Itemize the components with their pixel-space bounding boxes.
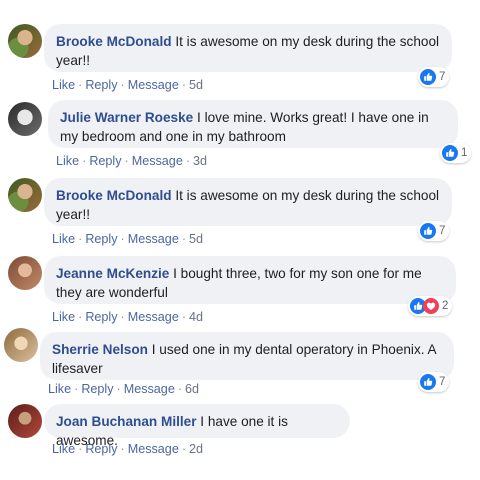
message-action-link[interactable]: Message [128, 310, 179, 324]
message-action-link[interactable]: Message [124, 382, 175, 396]
comment-author-link[interactable]: Jeanne McKenzie [56, 266, 169, 281]
comment-author-link[interactable]: Joan Buchanan Miller [56, 414, 197, 429]
reply-action-link[interactable]: Reply [85, 232, 117, 246]
message-action-link[interactable]: Message [128, 442, 179, 456]
reply-action-link[interactable]: Reply [85, 310, 117, 324]
separator: · [78, 232, 83, 246]
comment-feed: Brooke McDonald It is awesome on my desk… [0, 0, 480, 480]
reaction-summary[interactable]: 7 [418, 221, 450, 241]
avatar[interactable] [8, 24, 42, 58]
like-action-link[interactable]: Like [52, 232, 75, 246]
separator: · [120, 442, 125, 456]
separator: · [74, 382, 79, 396]
comment-actions: Like · Reply · Message · 6d [48, 382, 199, 396]
comment-bubble: Joan Buchanan Miller I have one it is aw… [44, 404, 350, 448]
reaction-count: 7 [439, 376, 446, 388]
like-reaction-icon [442, 145, 458, 161]
reaction-summary[interactable]: 2 [408, 296, 453, 316]
avatar[interactable] [8, 404, 42, 438]
avatar[interactable] [4, 328, 38, 362]
comment-author-link[interactable]: Sherrie Nelson [52, 342, 148, 357]
comment-bubble: Sherrie Nelson I used one in my dental o… [40, 332, 454, 380]
comment-bubble: Jeanne McKenzie I bought three, two for … [44, 256, 456, 304]
separator: · [78, 78, 83, 92]
comment-timestamp[interactable]: 5d [189, 232, 203, 246]
reaction-count: 2 [442, 300, 449, 312]
separator: · [181, 78, 187, 92]
comment-actions: Like · Reply · Message · 5d [52, 232, 203, 246]
reaction-summary[interactable]: 7 [418, 67, 450, 87]
comment-bubble: Julie Warner Roeske I love mine. Works g… [48, 100, 458, 148]
comment-author-link[interactable]: Brooke McDonald [56, 34, 172, 49]
message-action-link[interactable]: Message [128, 78, 179, 92]
message-action-link[interactable]: Message [128, 232, 179, 246]
comment-bubble: Brooke McDonald It is awesome on my desk… [44, 178, 452, 226]
separator: · [181, 232, 187, 246]
comment-author-link[interactable]: Julie Warner Roeske [60, 110, 193, 125]
reaction-count: 7 [439, 71, 446, 83]
comment-timestamp[interactable]: 6d [185, 382, 199, 396]
comment-actions: Like · Reply · Message · 3d [56, 154, 207, 168]
comment-timestamp[interactable]: 4d [189, 310, 203, 324]
separator: · [78, 442, 83, 456]
separator: · [181, 310, 187, 324]
like-reaction-icon [420, 223, 436, 239]
separator: · [185, 154, 191, 168]
separator: · [181, 442, 187, 456]
comment-bubble: Brooke McDonald It is awesome on my desk… [44, 24, 452, 72]
comment-actions: Like · Reply · Message · 4d [52, 310, 203, 324]
reaction-count: 1 [461, 147, 468, 159]
like-action-link[interactable]: Like [56, 154, 79, 168]
avatar[interactable] [8, 102, 42, 136]
separator: · [120, 78, 125, 92]
avatar[interactable] [8, 256, 42, 290]
separator: · [82, 154, 87, 168]
separator: · [120, 310, 125, 324]
like-action-link[interactable]: Like [48, 382, 71, 396]
reply-action-link[interactable]: Reply [81, 382, 113, 396]
separator: · [116, 382, 121, 396]
reply-action-link[interactable]: Reply [85, 78, 117, 92]
reaction-summary[interactable]: 7 [418, 372, 450, 392]
separator: · [120, 232, 125, 246]
message-action-link[interactable]: Message [132, 154, 183, 168]
comment-author-link[interactable]: Brooke McDonald [56, 188, 172, 203]
like-action-link[interactable]: Like [52, 310, 75, 324]
separator: · [78, 310, 83, 324]
comment-timestamp[interactable]: 2d [189, 442, 203, 456]
comment-actions: Like · Reply · Message · 5d [52, 78, 203, 92]
like-reaction-icon [420, 374, 436, 390]
like-reaction-icon [420, 69, 436, 85]
like-action-link[interactable]: Like [52, 78, 75, 92]
love-reaction-icon [423, 298, 439, 314]
reply-action-link[interactable]: Reply [89, 154, 121, 168]
reaction-summary[interactable]: 1 [440, 143, 472, 163]
comment-actions: Like · Reply · Message · 2d [52, 442, 203, 456]
comment-timestamp[interactable]: 5d [189, 78, 203, 92]
avatar[interactable] [8, 178, 42, 212]
reaction-count: 7 [439, 225, 446, 237]
like-action-link[interactable]: Like [52, 442, 75, 456]
reply-action-link[interactable]: Reply [85, 442, 117, 456]
comment-timestamp[interactable]: 3d [193, 154, 207, 168]
separator: · [124, 154, 129, 168]
separator: · [177, 382, 183, 396]
